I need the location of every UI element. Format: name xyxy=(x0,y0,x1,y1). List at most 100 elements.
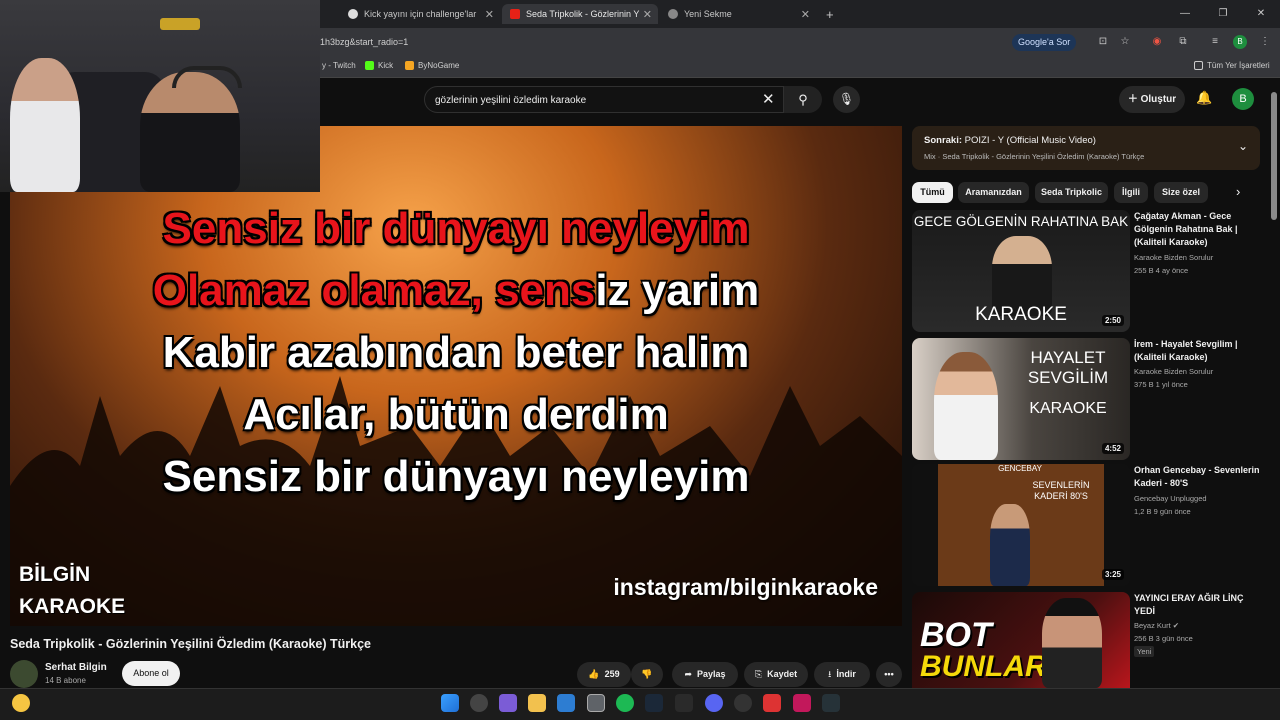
related-thumbnail[interactable]: HAYALET SEVGİLİM KARAOKE 4:52 xyxy=(912,338,1130,460)
window-controls: — ❐ ✕ xyxy=(1166,0,1280,28)
related-thumbnail[interactable]: GENCEBAY SEVENLERİN KADERİ 80'S 3:25 xyxy=(912,464,1130,586)
tab-new[interactable]: Yeni Sekme ✕ xyxy=(660,4,816,24)
video-player[interactable]: Sensiz bir dünyayı neyleyim Olamaz olama… xyxy=(10,126,902,626)
microphone-icon[interactable]: 🎙 xyxy=(833,86,860,113)
chip-related[interactable]: İlgili xyxy=(1114,182,1148,203)
dislike-button[interactable]: 👎 xyxy=(631,662,663,687)
thumbnail-text: GECE GÖLGENİN RAHATINA BAK xyxy=(913,214,1129,229)
steam-icon[interactable] xyxy=(645,694,663,712)
related-title[interactable]: Orhan Gencebay - Sevenlerin Kaderi - 80'… xyxy=(1134,464,1264,490)
related-thumbnail[interactable]: BOT BUNLAR xyxy=(912,592,1130,688)
related-title[interactable]: Çağatay Akman - Gece Gölgenin Rahatına B… xyxy=(1134,210,1264,249)
ask-google-button[interactable]: Google'a Sor xyxy=(1012,34,1077,51)
next-up-panel[interactable]: Sonraki: POIZI - Y (Official Music Video… xyxy=(912,126,1260,170)
bookmark-star-icon[interactable]: ☆ xyxy=(1118,35,1132,49)
discord-icon[interactable] xyxy=(705,694,723,712)
bookmark-label: Kick xyxy=(378,61,394,70)
close-icon[interactable]: ✕ xyxy=(643,8,652,21)
page-scrollbar[interactable] xyxy=(1271,92,1277,220)
tab-label: Yeni Sekme xyxy=(684,9,732,19)
related-channel[interactable]: Karaoke Bizden Sorulur xyxy=(1134,253,1213,262)
maximize-icon[interactable]: ❐ xyxy=(1204,0,1242,28)
channel-avatar[interactable] xyxy=(10,660,38,688)
download-label: İndir xyxy=(836,669,856,679)
create-button[interactable]: ＋ Oluştur xyxy=(1119,86,1185,113)
bookmark-label: ByNoGame xyxy=(418,61,460,70)
chip-all[interactable]: Tümü xyxy=(912,182,953,203)
singer-portrait xyxy=(990,504,1030,586)
instagram-watermark: instagram/bilginkaraoke xyxy=(613,574,878,600)
close-icon[interactable]: ✕ xyxy=(485,8,494,21)
download-button[interactable]: ⭳ İndir xyxy=(814,662,870,687)
account-avatar[interactable]: B xyxy=(1232,88,1254,110)
chrome-taskbar-icon[interactable] xyxy=(587,694,605,712)
notifications-bell-icon[interactable]: 🔔 xyxy=(1196,90,1212,106)
bookmark-bynogame[interactable]: ByNoGame xyxy=(405,61,459,70)
related-title[interactable]: İrem - Hayalet Sevgilim | (Kaliteli Kara… xyxy=(1134,338,1264,364)
next-mix: Mix · Seda Tripkolik - Gözlerinin Yeşili… xyxy=(924,152,1145,161)
streamer-right xyxy=(140,72,240,192)
thumbnail-text: HAYALET SEVGİLİM xyxy=(1027,348,1109,387)
all-bookmarks[interactable]: Tüm Yer İşaretleri xyxy=(1194,61,1270,70)
search-input[interactable]: gözlerinin yeşilini özledim karaoke xyxy=(424,86,784,113)
more-actions-button[interactable]: ••• xyxy=(876,662,902,687)
lyric-unsung-part: iz yarim xyxy=(595,266,760,315)
close-window-icon[interactable]: ✕ xyxy=(1242,0,1280,28)
extension-icon[interactable]: ◉ xyxy=(1150,35,1164,49)
app-icon[interactable] xyxy=(822,694,840,712)
chip-for-you[interactable]: Size özel xyxy=(1154,182,1208,203)
menu-dots-icon[interactable]: ⋮ xyxy=(1258,35,1272,49)
singer-portrait xyxy=(934,352,998,460)
search-icon[interactable]: ⚲ xyxy=(784,86,822,113)
subscribe-button[interactable]: Abone ol xyxy=(122,661,180,686)
extensions-puzzle-icon[interactable]: ⧉ xyxy=(1176,35,1190,49)
tab-youtube-video[interactable]: Seda Tripkolik - Gözlerinin Y ✕ xyxy=(502,4,658,24)
related-title[interactable]: YAYINCI ERAY AĞIR LİNÇ YEDİ xyxy=(1134,592,1264,618)
file-explorer-icon[interactable] xyxy=(528,694,546,712)
profile-avatar[interactable]: B xyxy=(1233,35,1247,49)
related-channel[interactable]: Beyaz Kurt ✔ xyxy=(1134,621,1179,630)
subscriber-count: 14 B abone xyxy=(45,676,86,685)
obs-icon[interactable] xyxy=(734,694,752,712)
windows-start-icon[interactable] xyxy=(441,694,459,712)
close-icon[interactable]: ✕ xyxy=(801,8,810,21)
duration-badge: 2:50 xyxy=(1101,315,1124,326)
weather-icon[interactable] xyxy=(12,694,30,712)
app-icon[interactable] xyxy=(499,694,517,712)
bynogame-icon xyxy=(405,61,414,70)
search-taskbar-icon[interactable] xyxy=(470,694,488,712)
shelf-decoration xyxy=(160,18,200,30)
related-thumbnail[interactable]: GECE GÖLGENİN RAHATINA BAK KARAOKE 2:50 xyxy=(912,210,1130,332)
like-button[interactable]: 👍 259 xyxy=(577,662,631,687)
lyric-sung-part: Olamaz olamaz, sens xyxy=(152,266,596,315)
new-tab-button[interactable]: + xyxy=(818,4,840,24)
related-meta: 375 B 1 yıl önce xyxy=(1134,380,1188,389)
epic-games-icon[interactable] xyxy=(675,694,693,712)
like-count: 259 xyxy=(604,669,620,679)
related-channel[interactable]: Gencebay Unplugged xyxy=(1134,494,1207,503)
clear-icon[interactable]: ✕ xyxy=(762,90,775,108)
share-button[interactable]: ➦ Paylaş xyxy=(672,662,738,687)
install-icon[interactable]: ⊡ xyxy=(1096,35,1110,49)
chip-seda[interactable]: Seda Tripkolic xyxy=(1035,182,1108,203)
lyric-line-3: Kabir azabından beter halim xyxy=(10,328,902,378)
spotify-icon[interactable] xyxy=(616,694,634,712)
app-icon[interactable] xyxy=(763,694,781,712)
chevron-right-icon[interactable]: › xyxy=(1236,184,1240,199)
save-button[interactable]: ⎘ Kaydet xyxy=(744,662,808,687)
chevron-down-icon[interactable]: ⌄ xyxy=(1238,139,1248,153)
url-field[interactable]: 1h3bzg&start_radio=1 xyxy=(320,37,408,47)
globe-icon xyxy=(348,9,358,19)
app-icon[interactable] xyxy=(793,694,811,712)
chip-from-search[interactable]: Aramanızdan xyxy=(958,182,1029,203)
bookmark-twitch[interactable]: y - Twitch xyxy=(322,61,356,70)
tab-kick-challenge[interactable]: Kick yayını için challenge'lar ✕ xyxy=(340,4,500,24)
bookmark-kick[interactable]: Kick xyxy=(365,61,393,70)
verified-icon: ✔ xyxy=(1172,621,1180,630)
minimize-icon[interactable]: — xyxy=(1166,0,1204,28)
related-channel[interactable]: Karaoke Bizden Sorulur xyxy=(1134,367,1213,376)
new-badge: Yeni xyxy=(1134,646,1155,657)
media-icon[interactable]: ≡ xyxy=(1208,35,1222,49)
channel-name[interactable]: Serhat Bilgin xyxy=(45,662,107,673)
app-icon[interactable] xyxy=(557,694,575,712)
